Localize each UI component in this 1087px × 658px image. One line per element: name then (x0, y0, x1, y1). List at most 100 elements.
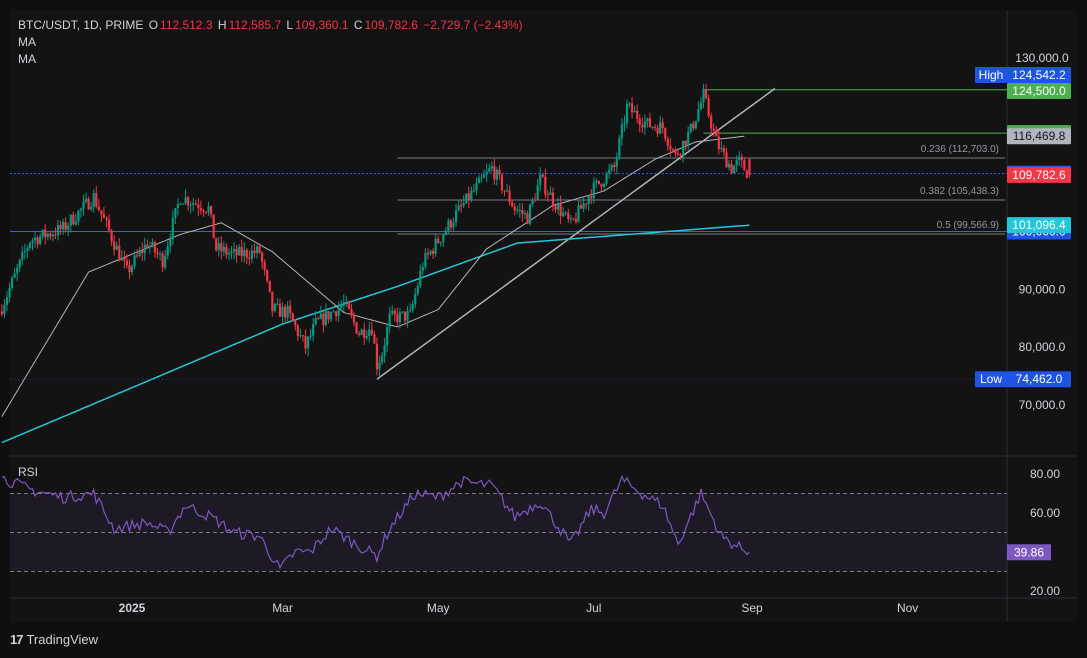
candle (360, 328, 363, 336)
candle (710, 112, 713, 136)
candle (0, 303, 3, 317)
candle (551, 187, 555, 212)
rsi-tick-label: 60.00 (1030, 506, 1060, 520)
candle-body (516, 210, 519, 212)
candle (5, 291, 9, 312)
candle-body (480, 177, 483, 179)
candle-body (419, 270, 422, 286)
candle (707, 94, 710, 119)
candle-body (613, 164, 616, 168)
high-label: H (217, 18, 227, 32)
candle (337, 301, 340, 323)
candle (380, 351, 384, 365)
candle (748, 158, 751, 178)
candle (608, 163, 611, 179)
candle (184, 189, 187, 206)
candle (243, 242, 246, 263)
rsi-legend[interactable]: RSI (18, 465, 38, 479)
candle (319, 305, 322, 320)
candle-body (209, 206, 213, 215)
candle (564, 211, 567, 216)
candle-body (669, 145, 672, 150)
candle (266, 269, 269, 284)
candle (171, 210, 174, 246)
candle (582, 196, 585, 213)
candle (62, 218, 65, 235)
candle-body (585, 203, 588, 205)
candle-body (388, 313, 391, 328)
candle-body (82, 201, 85, 209)
candle-body (740, 156, 743, 161)
candle-body (526, 213, 529, 224)
candle (153, 240, 157, 258)
candle-body (712, 128, 715, 131)
candle (498, 165, 501, 180)
candle (16, 263, 19, 281)
ma-legend-2[interactable]: MA (18, 52, 36, 66)
candle (69, 214, 72, 233)
candle-body (488, 168, 491, 172)
candle-body (623, 123, 626, 125)
candle-body (352, 314, 356, 323)
candle-body (118, 245, 121, 261)
time-tick-label: Nov (897, 601, 918, 615)
candle-body (671, 149, 675, 151)
close-value: 109,782.6 (364, 18, 418, 32)
candle (745, 169, 748, 179)
chart-svg[interactable]: 0.236 (112,703.0) 0.382 (105,438.3) 0.5 (9… (0, 0, 1087, 658)
candle-body (21, 251, 24, 260)
candle (120, 250, 123, 261)
candle (618, 134, 621, 161)
candle-body (49, 233, 52, 237)
candle-body (710, 115, 713, 129)
price-tag-label: High (979, 68, 1004, 82)
candle (176, 198, 180, 216)
candle (620, 118, 623, 146)
candle (669, 137, 672, 157)
price-tick-label: 70,000.0 (1019, 398, 1066, 412)
tradingview-logo-icon: 17 (10, 632, 24, 647)
candle (567, 209, 570, 223)
candle (682, 140, 685, 163)
candle-body (511, 202, 514, 207)
candle-body (161, 253, 164, 268)
candle (500, 172, 504, 195)
candle-body (276, 303, 279, 305)
candle-body (437, 238, 440, 243)
candle (72, 211, 75, 226)
ma-legend-1[interactable]: MA (18, 35, 36, 49)
candle (610, 163, 613, 173)
candle (733, 164, 736, 174)
candle (217, 237, 220, 257)
candle (197, 198, 200, 217)
candle-body (197, 204, 200, 209)
candle (704, 83, 708, 100)
candle (460, 199, 463, 213)
candle-body (495, 169, 498, 180)
candle-body (67, 225, 70, 230)
candle (508, 185, 511, 206)
candle-body (597, 180, 601, 184)
candle-body (567, 212, 570, 220)
price-badge-label: 101,096.4 (1012, 218, 1066, 232)
candle (335, 310, 338, 322)
candle-body (579, 205, 583, 209)
symbol-label[interactable]: BTC/USDT, 1D, PRIME (18, 18, 143, 32)
candle-body (365, 336, 368, 338)
candle (516, 205, 519, 214)
candle-body (245, 249, 248, 258)
ma-slow-line (1, 224, 750, 444)
candle-body (682, 140, 685, 156)
candle (490, 161, 493, 173)
candle (355, 321, 358, 335)
candle (462, 195, 465, 209)
candle-body (534, 199, 537, 201)
candle-body (189, 204, 192, 206)
candle (375, 337, 379, 376)
candle-body (44, 229, 47, 238)
candle (253, 243, 256, 258)
candle-body (625, 103, 629, 124)
candle-body (393, 310, 396, 315)
candle-body (255, 246, 259, 254)
candle-body (490, 165, 493, 169)
